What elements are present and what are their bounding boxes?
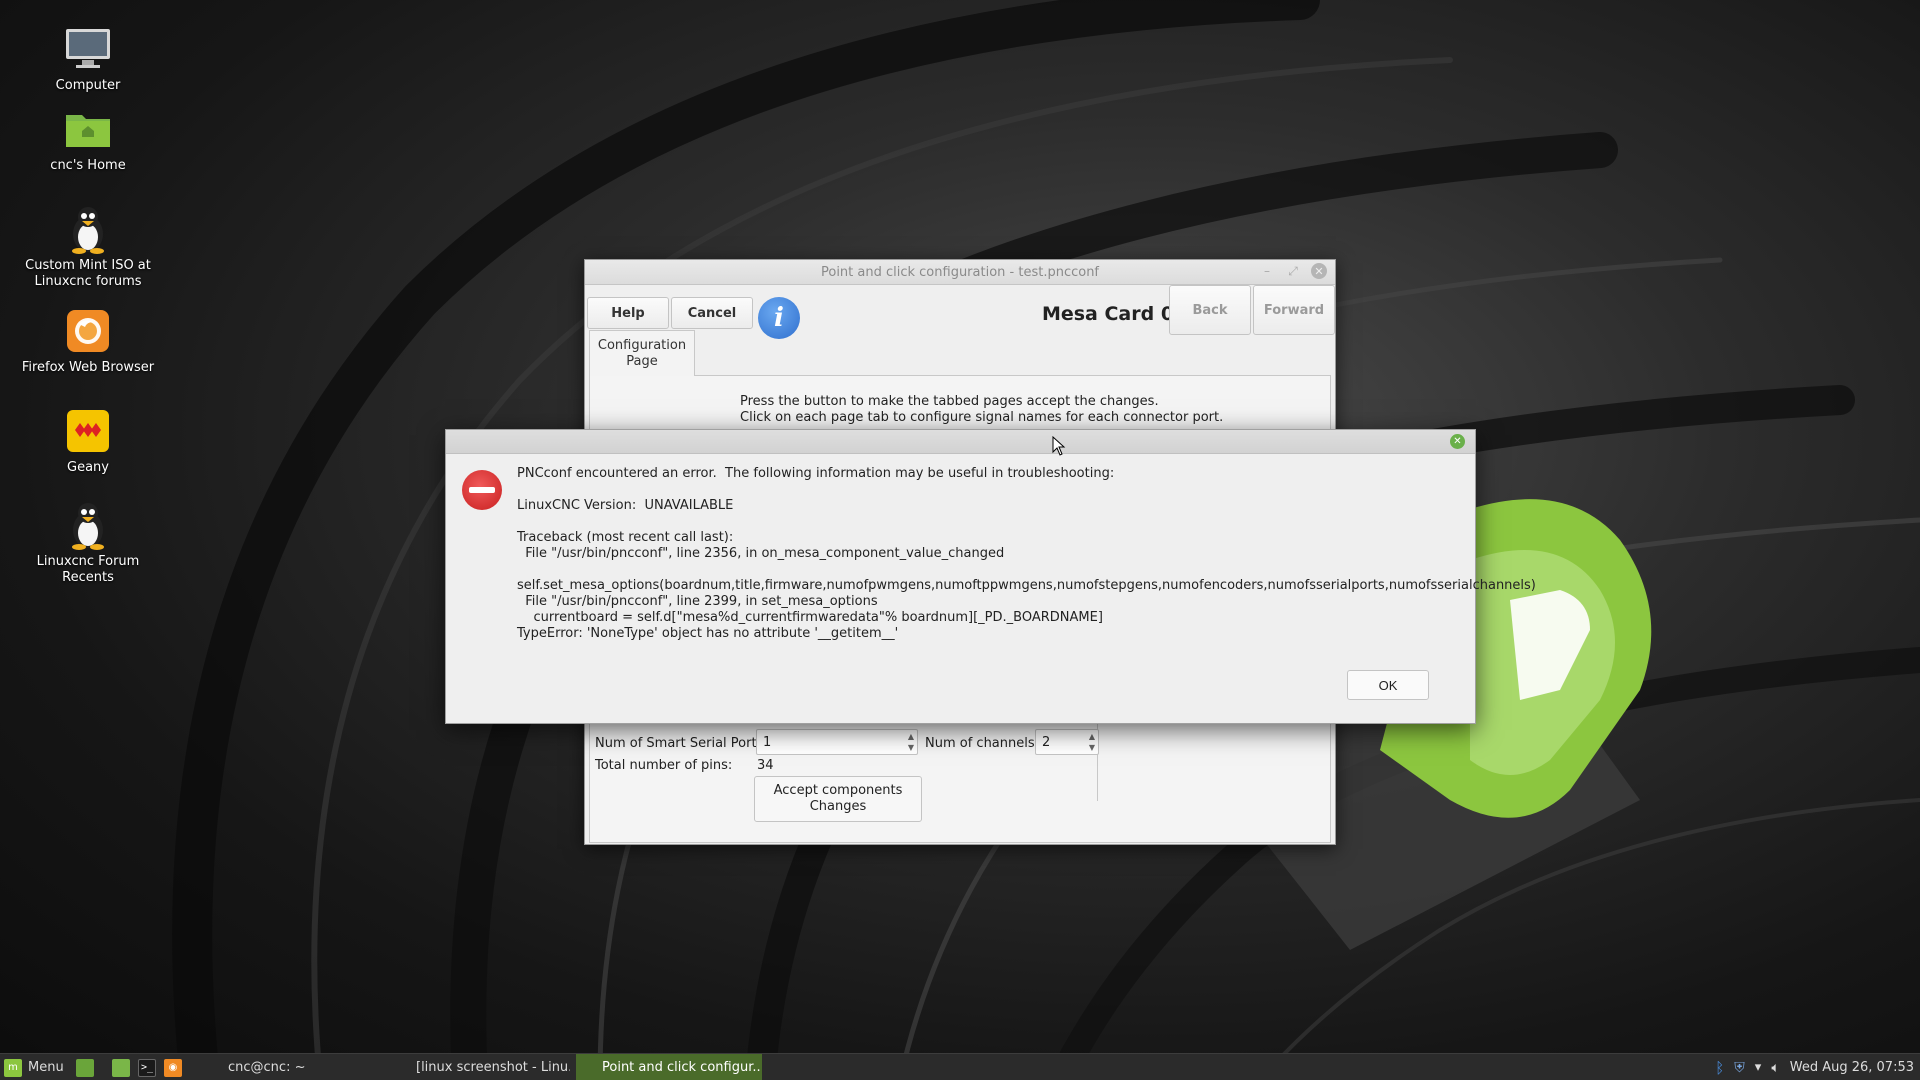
desktop-icon-firefox[interactable]: Firefox Web Browser	[0, 306, 176, 376]
close-icon[interactable]: ✕	[1311, 263, 1327, 279]
accept-line-2: Changes	[809, 799, 867, 814]
task-pncconf[interactable]: Point and click configur...	[576, 1054, 762, 1080]
firefox-icon	[63, 306, 113, 356]
task-terminal[interactable]: cnc@cnc: ~	[202, 1054, 382, 1080]
total-pins-value: 34	[757, 758, 774, 773]
desktop-icon-label: Geany	[67, 460, 109, 475]
network-wifi-icon[interactable]: ▾	[1755, 1060, 1762, 1075]
files-folder-icon[interactable]	[112, 1058, 130, 1077]
task-label: Point and click configur...	[602, 1060, 762, 1075]
channels-label: Num of channels:	[925, 736, 1040, 751]
desktop-icon-linuxcnc-forum[interactable]: Linuxcnc Forum Recents	[0, 500, 176, 586]
desktop-icon-computer[interactable]: Computer	[0, 24, 176, 94]
task-firefox-screenshot[interactable]: [linux screenshot - Linu...	[390, 1054, 570, 1080]
system-tray: ᛒ ⛨ ▾ 🔈︎ Wed Aug 26, 07:53	[1715, 1054, 1920, 1080]
close-icon[interactable]: ✕	[1450, 434, 1465, 449]
error-icon	[462, 470, 502, 510]
wizard-toolbar: Help Cancel i Mesa Card 0 Back Forward	[585, 285, 1335, 347]
channels-value: 2	[1042, 734, 1051, 750]
spinner-arrows-icon[interactable]: ▲ ▼	[1089, 731, 1095, 753]
window-titlebar[interactable]: Point and click configuration - test.pnc…	[585, 260, 1335, 285]
total-pins-label: Total number of pins:	[595, 758, 733, 773]
cancel-button[interactable]: Cancel	[671, 297, 753, 329]
shield-icon[interactable]: ⛨	[1734, 1060, 1745, 1076]
mouse-cursor-icon	[1052, 435, 1066, 460]
channels-spinner[interactable]: 2 ▲ ▼	[1035, 729, 1099, 755]
terminal-icon[interactable]: >_	[138, 1058, 156, 1077]
maximize-icon[interactable]: ⤢	[1285, 263, 1301, 279]
volume-icon[interactable]: 🔈︎	[1771, 1060, 1779, 1076]
error-message: PNCconf encountered an error. The follow…	[517, 466, 1536, 641]
geany-icon	[63, 406, 113, 456]
quick-launch: >_ ◉	[76, 1054, 182, 1080]
tab-configuration-page[interactable]: Configuration Page	[589, 330, 695, 376]
accept-line-1: Accept components	[773, 783, 903, 798]
tux-penguin-icon	[63, 204, 113, 254]
home-folder-icon	[63, 104, 113, 154]
task-label: cnc@cnc: ~	[228, 1060, 306, 1075]
minimize-icon[interactable]: –	[1259, 263, 1275, 279]
task-label: [linux screenshot - Linu...	[416, 1060, 570, 1075]
bluetooth-icon[interactable]: ᛒ	[1715, 1059, 1724, 1077]
mint-menu-icon: m	[4, 1058, 22, 1077]
firefox-icon[interactable]: ◉	[164, 1058, 182, 1077]
window-controls: – ⤢ ✕	[1259, 263, 1327, 279]
help-button[interactable]: Help	[587, 297, 669, 329]
info-icon[interactable]: i	[758, 297, 800, 339]
desktop-icon-label: Custom Mint ISO at Linuxcnc forums	[25, 258, 151, 289]
show-desktop-icon[interactable]	[76, 1058, 94, 1077]
instructions-text: Press the button to make the tabbed page…	[740, 394, 1223, 426]
instruction-line-1: Press the button to make the tabbed page…	[740, 394, 1159, 409]
error-dialog: ✕ PNCconf encountered an error. The foll…	[445, 429, 1536, 724]
tab-label: Configuration Page	[597, 337, 687, 369]
desktop-icon-geany[interactable]: Geany	[0, 406, 176, 476]
taskbar: m Menu >_ ◉ cnc@cnc: ~ [linux screenshot…	[0, 1053, 1920, 1080]
dialog-titlebar[interactable]: ✕	[446, 430, 1475, 454]
back-button[interactable]: Back	[1169, 285, 1251, 335]
ok-button[interactable]: OK	[1347, 670, 1429, 700]
spinner-arrows-icon[interactable]: ▲ ▼	[908, 731, 914, 753]
smart-serial-ports-spinner[interactable]: 1 ▲ ▼	[756, 729, 918, 755]
desktop-icon-label: Linuxcnc Forum Recents	[36, 554, 140, 585]
clock[interactable]: Wed Aug 26, 07:53	[1790, 1060, 1914, 1075]
forward-button[interactable]: Forward	[1253, 285, 1335, 335]
menu-button[interactable]: m Menu	[4, 1054, 64, 1080]
accept-components-button[interactable]: Accept components Changes	[754, 776, 922, 822]
desktop-icon-custom-mint-iso[interactable]: Custom Mint ISO at Linuxcnc forums	[0, 204, 176, 290]
smart-serial-label: Num of Smart Serial Ports:	[595, 736, 768, 751]
window-title: Point and click configuration - test.pnc…	[820, 264, 1100, 280]
monitor-icon	[63, 24, 113, 74]
tux-penguin-icon	[63, 500, 113, 550]
desktop-icon-label: cnc's Home	[50, 158, 126, 173]
desktop-icon-label: Computer	[55, 78, 121, 93]
desktop-icon-home[interactable]: cnc's Home	[0, 104, 176, 174]
desktop-icon-label: Firefox Web Browser	[21, 360, 155, 375]
smart-serial-value: 1	[763, 734, 772, 750]
instruction-line-2: Click on each page tab to configure sign…	[740, 410, 1224, 425]
menu-label: Menu	[28, 1060, 64, 1075]
